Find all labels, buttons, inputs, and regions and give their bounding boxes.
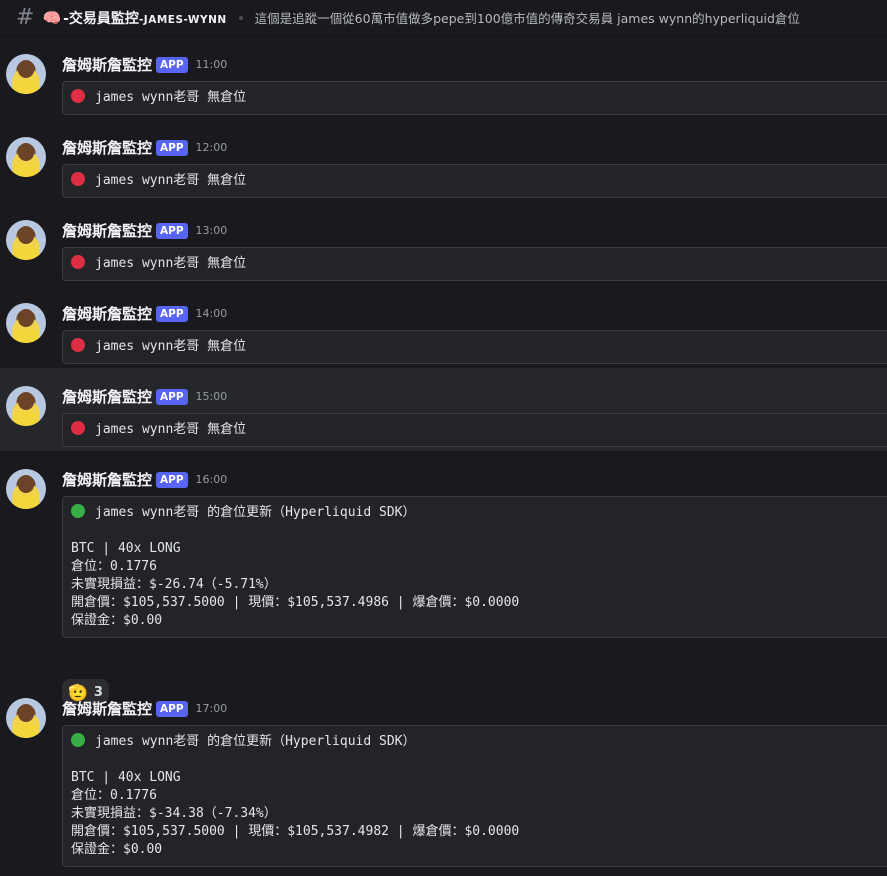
author-name[interactable]: 詹姆斯詹監控 bbox=[62, 698, 152, 719]
author-name[interactable]: 詹姆斯詹監控 bbox=[62, 220, 152, 241]
message-header: 詹姆斯詹監控 APP 14:00 bbox=[62, 303, 227, 324]
avatar[interactable] bbox=[6, 386, 46, 426]
price-line: 開倉價：$105,537.5000 | 現價：$105,537.4982 | 爆… bbox=[71, 824, 520, 839]
avatar[interactable] bbox=[6, 54, 46, 94]
app-badge: APP bbox=[156, 700, 188, 717]
message-list: 詹姆斯詹監控 APP 11:00 james wynn老哥 無倉位 詹姆斯詹監控… bbox=[0, 36, 887, 876]
code-block: james wynn老哥 無倉位 bbox=[62, 330, 887, 364]
avatar[interactable] bbox=[6, 469, 46, 509]
channel-header: # 🧠 -交易員監控-JAMES-WYNN 這個是追蹤一個從60萬市值做多pep… bbox=[0, 0, 887, 36]
header-divider bbox=[238, 15, 243, 20]
timestamp[interactable]: 13:00 bbox=[196, 224, 228, 237]
status-line: james wynn老哥 無倉位 bbox=[95, 90, 247, 105]
code-block: james wynn老哥 無倉位 bbox=[62, 164, 887, 198]
app-badge: APP bbox=[156, 305, 188, 322]
app-badge: APP bbox=[156, 388, 188, 405]
pair-line: BTC | 40x LONG bbox=[71, 770, 181, 785]
message-header: 詹姆斯詹監控 APP 12:00 bbox=[62, 137, 227, 158]
author-name[interactable]: 詹姆斯詹監控 bbox=[62, 386, 152, 407]
position-line: 倉位：0.1776 bbox=[71, 788, 157, 803]
position-line: 倉位：0.1776 bbox=[71, 559, 157, 574]
red-circle-icon bbox=[71, 89, 85, 103]
message: 詹姆斯詹監控 APP 11:00 james wynn老哥 無倉位 bbox=[0, 36, 887, 119]
brain-emoji-icon: 🧠 bbox=[42, 8, 62, 27]
status-line: james wynn老哥 無倉位 bbox=[95, 173, 247, 188]
timestamp[interactable]: 15:00 bbox=[196, 390, 228, 403]
author-name[interactable]: 詹姆斯詹監控 bbox=[62, 303, 152, 324]
timestamp[interactable]: 12:00 bbox=[196, 141, 228, 154]
app-badge: APP bbox=[156, 222, 188, 239]
code-block: james wynn老哥 無倉位 bbox=[62, 247, 887, 281]
message-header: 詹姆斯詹監控 APP 16:00 bbox=[62, 469, 227, 490]
message-header: 詹姆斯詹監控 APP 17:00 bbox=[62, 698, 227, 719]
pnl-line: 未實現損益：$-26.74（-5.71%） bbox=[71, 577, 277, 592]
message-header: 詹姆斯詹監控 APP 13:00 bbox=[62, 220, 227, 241]
status-line: james wynn老哥 無倉位 bbox=[95, 422, 247, 437]
message: 詹姆斯詹監控 APP 17:00 james wynn老哥 的倉位更新（Hype… bbox=[0, 681, 887, 876]
app-badge: APP bbox=[156, 56, 188, 73]
red-circle-icon bbox=[71, 421, 85, 435]
timestamp[interactable]: 14:00 bbox=[196, 307, 228, 320]
message: 詹姆斯詹監控 APP 12:00 james wynn老哥 無倉位 bbox=[0, 119, 887, 202]
pair-line: BTC | 40x LONG bbox=[71, 541, 181, 556]
message-header: 詹姆斯詹監控 APP 11:00 bbox=[62, 54, 227, 75]
message-header: 詹姆斯詹監控 APP 15:00 bbox=[62, 386, 227, 407]
channel-name-en: -JAMES-WYNN bbox=[138, 13, 227, 26]
message: 詹姆斯詹監控 APP 14:00 james wynn老哥 無倉位 bbox=[0, 285, 887, 368]
green-circle-icon bbox=[71, 504, 85, 518]
hashtag-icon: # bbox=[16, 5, 35, 30]
margin-line: 保證金：$0.00 bbox=[71, 613, 163, 628]
avatar[interactable] bbox=[6, 137, 46, 177]
message-hovered: 詹姆斯詹監控 APP 15:00 james wynn老哥 無倉位 bbox=[0, 368, 887, 451]
timestamp[interactable]: 16:00 bbox=[196, 473, 228, 486]
red-circle-icon bbox=[71, 338, 85, 352]
red-circle-icon bbox=[71, 172, 85, 186]
code-block: james wynn老哥 的倉位更新（Hyperliquid SDK） BTC … bbox=[62, 496, 887, 638]
code-block: james wynn老哥 的倉位更新（Hyperliquid SDK） BTC … bbox=[62, 725, 887, 867]
timestamp[interactable]: 11:00 bbox=[196, 58, 228, 71]
avatar[interactable] bbox=[6, 698, 46, 738]
update-title: james wynn老哥 的倉位更新（Hyperliquid SDK） bbox=[95, 734, 416, 749]
message: 詹姆斯詹監控 APP 16:00 james wynn老哥 的倉位更新（Hype… bbox=[0, 451, 887, 705]
channel-name[interactable]: -交易員監控-JAMES-WYNN bbox=[63, 8, 227, 28]
app-badge: APP bbox=[156, 139, 188, 156]
green-circle-icon bbox=[71, 733, 85, 747]
status-line: james wynn老哥 無倉位 bbox=[95, 256, 247, 271]
pnl-line: 未實現損益：$-34.38（-7.34%） bbox=[71, 806, 277, 821]
timestamp[interactable]: 17:00 bbox=[196, 702, 228, 715]
red-circle-icon bbox=[71, 255, 85, 269]
margin-line: 保證金：$0.00 bbox=[71, 842, 163, 857]
author-name[interactable]: 詹姆斯詹監控 bbox=[62, 54, 152, 75]
app-badge: APP bbox=[156, 471, 188, 488]
channel-name-cn: -交易員監控 bbox=[63, 10, 139, 27]
code-block: james wynn老哥 無倉位 bbox=[62, 413, 887, 447]
update-title: james wynn老哥 的倉位更新（Hyperliquid SDK） bbox=[95, 505, 416, 520]
author-name[interactable]: 詹姆斯詹監控 bbox=[62, 469, 152, 490]
author-name[interactable]: 詹姆斯詹監控 bbox=[62, 137, 152, 158]
avatar[interactable] bbox=[6, 220, 46, 260]
channel-topic[interactable]: 這個是追蹤一個從60萬市值做多pepe到100億市值的傳奇交易員 james w… bbox=[255, 8, 800, 27]
price-line: 開倉價：$105,537.5000 | 現價：$105,537.4986 | 爆… bbox=[71, 595, 520, 610]
code-block: james wynn老哥 無倉位 bbox=[62, 81, 887, 115]
avatar[interactable] bbox=[6, 303, 46, 343]
status-line: james wynn老哥 無倉位 bbox=[95, 339, 247, 354]
message: 詹姆斯詹監控 APP 13:00 james wynn老哥 無倉位 bbox=[0, 202, 887, 285]
